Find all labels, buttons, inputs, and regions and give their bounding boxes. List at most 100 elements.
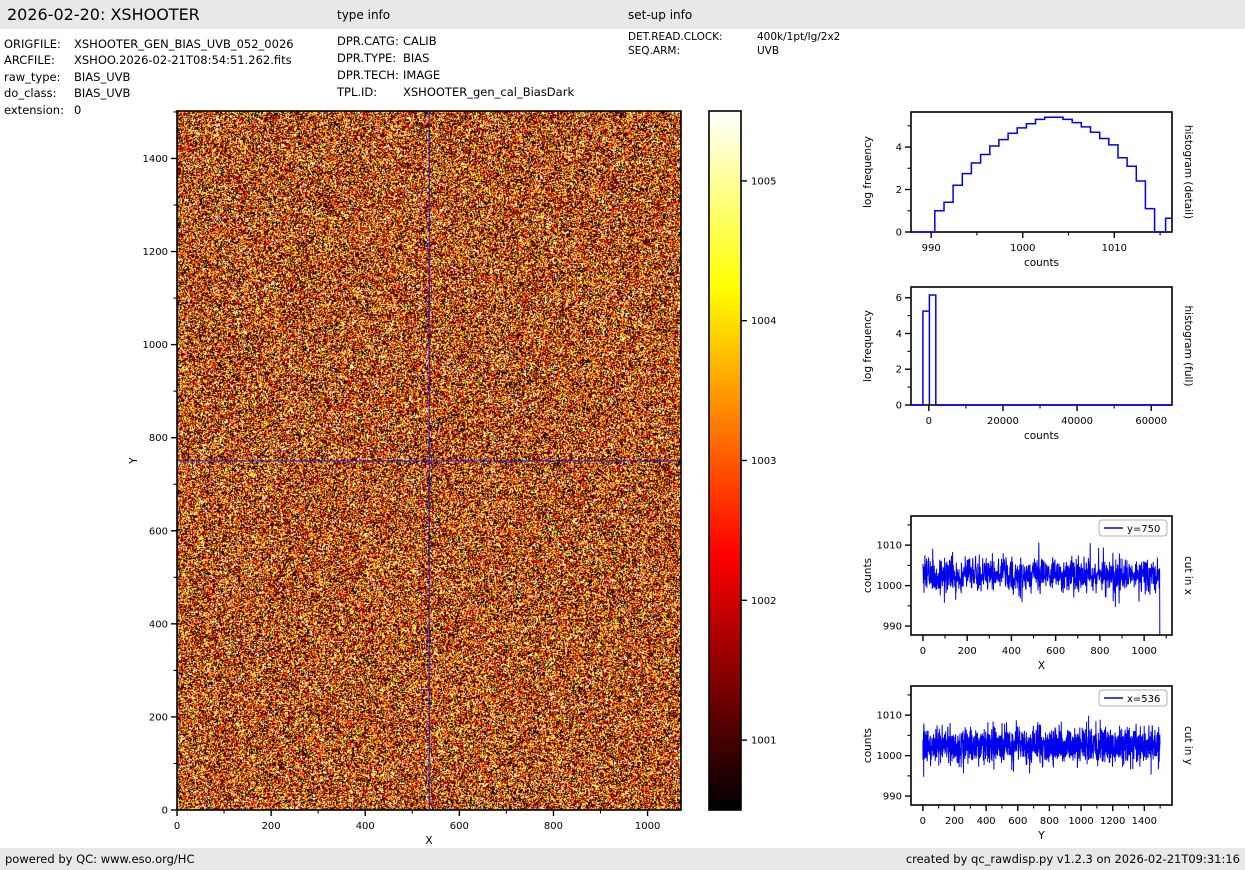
svg-text:400: 400 (1002, 646, 1021, 657)
info-value: XSHOO.2026-02-21T08:54:51.262.fits (74, 53, 292, 67)
svg-text:600: 600 (1008, 816, 1027, 827)
info-value: 400k/1pt/lg/2x2 (757, 31, 840, 43)
svg-text:1000: 1000 (877, 751, 902, 762)
svg-text:800: 800 (544, 821, 563, 832)
info-row: TPL.ID:XSHOOTER_gen_cal_BiasDark (337, 84, 574, 101)
info-row: DPR.TYPE:BIAS (337, 50, 574, 67)
info-row: DPR.CATG:CALIB (337, 33, 574, 50)
info-row: extension:0 (4, 102, 294, 118)
info-label: do_class: (4, 85, 74, 101)
svg-text:4: 4 (896, 143, 902, 154)
info-row: SEQ.ARM:UVB (628, 45, 840, 59)
svg-text:1000: 1000 (635, 821, 660, 832)
svg-text:1010: 1010 (1102, 243, 1127, 254)
info-label: extension: (4, 102, 74, 118)
svg-text:1005: 1005 (751, 176, 776, 187)
svg-text:X: X (1038, 660, 1045, 672)
info-row: ARCFILE:XSHOO.2026-02-21T08:54:51.262.fi… (4, 52, 294, 68)
info-label: ARCFILE: (4, 52, 74, 68)
svg-text:800: 800 (149, 433, 168, 444)
setup-info-heading: set-up info (628, 8, 692, 22)
svg-text:counts: counts (1024, 257, 1059, 269)
svg-text:800: 800 (1040, 816, 1059, 827)
info-label: raw_type: (4, 69, 74, 85)
header-band: 2026-02-20: XSHOOTER type info set-up in… (0, 0, 1245, 29)
svg-text:0: 0 (926, 416, 932, 427)
svg-text:cut in y: cut in y (1182, 726, 1194, 765)
svg-text:990: 990 (883, 792, 902, 803)
svg-text:1010: 1010 (877, 541, 902, 552)
footer-right-text: created by qc_rawdisp.py v1.2.3 on 2026-… (906, 852, 1240, 866)
info-label: DPR.TECH: (337, 67, 403, 84)
svg-text:0: 0 (162, 806, 168, 817)
cut-in-x-plot: 0200400600800100099010001010Xcountscut i… (851, 501, 1223, 679)
info-row: DPR.TECH:IMAGE (337, 67, 574, 84)
svg-text:cut in x: cut in x (1182, 556, 1194, 595)
colorbar (709, 111, 741, 810)
svg-text:0: 0 (174, 821, 180, 832)
svg-text:Y: Y (128, 457, 140, 465)
svg-text:counts: counts (862, 558, 874, 593)
svg-text:2: 2 (896, 185, 902, 196)
svg-text:400: 400 (356, 821, 375, 832)
svg-text:200: 200 (945, 816, 964, 827)
svg-text:2: 2 (896, 365, 902, 376)
colorbar-axes: 10011002100310041005 (705, 96, 797, 860)
svg-text:40000: 40000 (1061, 416, 1093, 427)
info-value: XSHOOTER_GEN_BIAS_UVB_052_0026 (74, 37, 294, 51)
svg-text:600: 600 (149, 526, 168, 537)
cut-in-y-plot: 020040060080010001200140099010001010Ycou… (851, 671, 1223, 849)
qc-report-page: 2026-02-20: XSHOOTER type info set-up in… (0, 0, 1245, 870)
svg-text:x=536: x=536 (1127, 694, 1160, 705)
svg-text:1400: 1400 (143, 154, 168, 165)
histogram-full-plot: 02000040000600000246countslog frequencyh… (851, 272, 1223, 450)
svg-text:log frequency: log frequency (862, 310, 874, 382)
svg-text:X: X (425, 835, 432, 847)
info-row: ORIGFILE:XSHOOTER_GEN_BIAS_UVB_052_0026 (4, 36, 294, 52)
svg-text:20000: 20000 (987, 416, 1019, 427)
svg-text:1004: 1004 (751, 316, 776, 327)
svg-text:0: 0 (896, 401, 902, 412)
svg-text:200: 200 (958, 646, 977, 657)
info-label: DET.READ.CLOCK: (628, 31, 757, 45)
info-value: XSHOOTER_gen_cal_BiasDark (403, 85, 574, 99)
svg-text:1000: 1000 (143, 340, 168, 351)
info-value: IMAGE (403, 68, 440, 82)
info-label: SEQ.ARM: (628, 45, 757, 59)
svg-text:6: 6 (896, 293, 902, 304)
info-value: BIAS_UVB (74, 70, 130, 84)
info-label: DPR.TYPE: (337, 50, 403, 67)
info-row: DET.READ.CLOCK:400k/1pt/lg/2x2 (628, 31, 840, 45)
type-info-heading: type info (337, 8, 390, 22)
file-info-list: ORIGFILE:XSHOOTER_GEN_BIAS_UVB_052_0026A… (4, 36, 294, 118)
type-info-list: DPR.CATG:CALIBDPR.TYPE:BIASDPR.TECH:IMAG… (337, 33, 574, 101)
info-label: ORIGFILE: (4, 36, 74, 52)
svg-text:histogram (full): histogram (full) (1182, 306, 1194, 387)
page-title: 2026-02-20: XSHOOTER (7, 5, 200, 24)
svg-text:990: 990 (883, 622, 902, 633)
info-row: do_class:BIAS_UVB (4, 85, 294, 101)
svg-text:1400: 1400 (1132, 816, 1157, 827)
info-value: CALIB (403, 34, 437, 48)
bias-frame-image (177, 111, 681, 810)
svg-text:0: 0 (896, 228, 902, 239)
setup-info-list: DET.READ.CLOCK:400k/1pt/lg/2x2SEQ.ARM:UV… (628, 31, 840, 58)
svg-text:990: 990 (922, 243, 941, 254)
svg-text:800: 800 (1090, 646, 1109, 657)
svg-text:1000: 1000 (1010, 243, 1035, 254)
svg-text:1200: 1200 (143, 247, 168, 258)
info-label: DPR.CATG: (337, 33, 403, 50)
info-label: TPL.ID: (337, 84, 403, 101)
svg-text:1003: 1003 (751, 456, 776, 467)
svg-text:1000: 1000 (1131, 646, 1156, 657)
svg-text:counts: counts (862, 728, 874, 763)
svg-text:60000: 60000 (1135, 416, 1167, 427)
svg-text:600: 600 (450, 821, 469, 832)
info-row: raw_type:BIAS_UVB (4, 69, 294, 85)
svg-text:0: 0 (920, 816, 926, 827)
info-value: BIAS_UVB (74, 86, 130, 100)
svg-text:histogram (detail): histogram (detail) (1182, 125, 1194, 219)
info-value: UVB (757, 45, 779, 57)
histogram-detail-plot: 99010001010024countslog frequencyhistogr… (851, 97, 1223, 275)
svg-text:200: 200 (262, 821, 281, 832)
